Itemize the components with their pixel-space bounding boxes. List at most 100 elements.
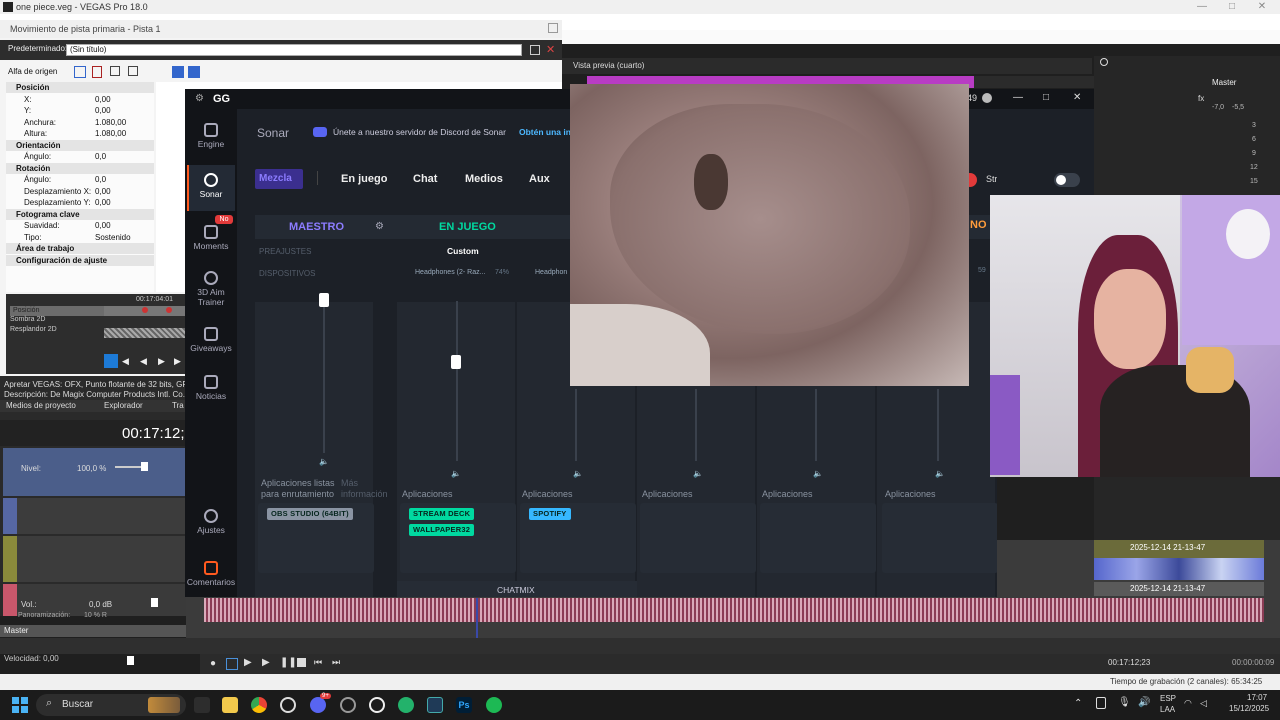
sidebar-item-engine[interactable]: Engine [185, 123, 237, 149]
taskview-icon[interactable] [194, 697, 210, 713]
window-restore-icon[interactable] [548, 23, 558, 33]
layout-label[interactable]: LAA [1160, 705, 1175, 714]
master-bus-header[interactable]: Master [0, 625, 200, 637]
property-section[interactable]: Configuración de ajuste [6, 254, 154, 266]
tab-medios[interactable]: Medios [465, 173, 503, 185]
media-speaker-icon[interactable]: 🔈 [693, 469, 703, 478]
tab-explorer[interactable]: Explorador [104, 400, 143, 412]
video-thumbnails[interactable] [1094, 558, 1264, 580]
playhead[interactable] [476, 598, 478, 638]
vol-slider[interactable] [151, 598, 158, 607]
move-mode-icon[interactable] [172, 66, 184, 78]
windows-start-icon[interactable] [12, 697, 28, 713]
obs-icon[interactable] [280, 697, 296, 713]
discord-taskbar-icon[interactable] [310, 697, 326, 713]
kf-track-pos[interactable]: Posición [10, 306, 104, 316]
tray-chevron-icon[interactable]: ⌃ [1074, 698, 1082, 709]
keyframe-marker[interactable] [142, 307, 148, 313]
pause-icon[interactable]: ❚❚ [280, 657, 297, 668]
taskbar-search[interactable]: ⌕ Buscar [36, 694, 186, 716]
device-chat[interactable]: Headphon [535, 269, 567, 276]
app-stream-deck[interactable]: STREAM DECK [409, 508, 475, 520]
minimize-icon[interactable]: — [1192, 0, 1212, 14]
tab-chat[interactable]: Chat [413, 173, 437, 185]
property-value[interactable]: Sostenido [95, 232, 131, 243]
video-clip-header[interactable]: 2025-12-14 21-13-47 [1094, 540, 1264, 558]
speed-slider[interactable] [127, 656, 134, 665]
property-section[interactable]: Posición [6, 82, 154, 93]
sidebar-item-giveaways[interactable]: Giveaways [185, 327, 237, 353]
app-spotify[interactable]: SPOTIFY [529, 508, 571, 520]
video-track-header-1[interactable]: Nivel: 100,0 % [3, 448, 186, 496]
ingame-volume-slider[interactable] [451, 355, 461, 369]
stop-icon[interactable] [297, 658, 306, 667]
magnet-icon[interactable] [92, 66, 102, 78]
mixer-settings-icon[interactable] [1100, 58, 1108, 66]
kf-last-icon[interactable]: ▶ [174, 356, 181, 367]
property-row[interactable]: Anchura: 1.080,00 [6, 117, 154, 128]
preview-quality-dropdown[interactable]: Vista previa (cuarto) [573, 61, 644, 70]
kf-back-icon[interactable]: ◀ [140, 356, 147, 367]
property-value[interactable]: 1.080,00 [95, 117, 126, 128]
property-value[interactable]: 0,0 [95, 174, 106, 185]
app-obs-studio[interactable]: OBS STUDIO (64BIT) [267, 508, 353, 520]
keyframe-marker[interactable] [166, 307, 172, 313]
clock-time[interactable]: 17:07 [1247, 693, 1267, 702]
go-end-icon[interactable]: ⏭ [332, 657, 340, 668]
save-preset-icon[interactable] [530, 45, 540, 55]
tab-mezcla[interactable]: Mezcla [255, 169, 303, 189]
tab-en-juego[interactable]: En juego [341, 173, 387, 185]
sidebar-item-feedback[interactable]: Comentarios [185, 561, 237, 587]
loop-icon[interactable] [226, 658, 238, 670]
volume-icon[interactable]: 🔊 [1138, 697, 1150, 708]
kf-next-icon[interactable]: ▶ [158, 356, 165, 367]
audio-clip-header[interactable]: 2025-12-14 21-13-47 [1094, 582, 1264, 596]
property-section[interactable]: Fotograma clave [6, 208, 154, 220]
maestro-settings-icon[interactable]: ⚙ [375, 221, 384, 232]
property-row[interactable]: Ángulo: 0,0 [6, 174, 154, 185]
spotify-icon[interactable] [486, 697, 502, 713]
maximize-icon[interactable]: □ [1222, 0, 1242, 14]
photoshop-icon[interactable]: Ps [456, 697, 472, 713]
sidebar-item-settings[interactable]: Ajustes [185, 509, 237, 535]
sidebar-item-aim-trainer[interactable]: 3D Aim Trainer [185, 271, 237, 307]
kf-first-icon[interactable] [104, 354, 118, 368]
device-ingame[interactable]: Headphones (2- Raz... [415, 269, 485, 276]
gg-minimize-icon[interactable]: — [1013, 92, 1023, 103]
property-value[interactable]: 0,00 [95, 94, 111, 105]
chrome-icon[interactable] [251, 697, 267, 713]
tab-transitions[interactable]: Tra [172, 400, 184, 412]
close-icon[interactable]: ✕ [1252, 0, 1272, 14]
steelseries-icon[interactable] [369, 697, 385, 713]
streamer-mode-toggle[interactable] [1054, 173, 1080, 187]
app-icon-generic[interactable] [340, 697, 356, 713]
delete-preset-icon[interactable]: ✕ [546, 43, 555, 56]
file-explorer-icon[interactable] [222, 697, 238, 713]
game-app-icon[interactable] [398, 697, 414, 713]
wifi-icon[interactable]: ◠ [1184, 698, 1192, 709]
record-icon[interactable]: ● [210, 658, 216, 669]
property-value[interactable]: 1.080,00 [95, 128, 126, 139]
kf-track-glow[interactable]: Resplandor 2D [10, 326, 57, 333]
property-row[interactable]: Desplazamiento X: 0,00 [6, 186, 154, 197]
aux-speaker-icon[interactable]: 🔈 [813, 469, 823, 478]
video-track-header-3[interactable] [3, 536, 186, 582]
sidebar-item-news[interactable]: Noticias [185, 375, 237, 401]
property-value[interactable]: 0,00 [95, 197, 111, 208]
ingame-speaker-icon[interactable]: 🔈 [451, 469, 461, 478]
property-row[interactable]: Suavidad: 0,00 [6, 220, 154, 231]
property-row[interactable]: Ángulo: 0,0 [6, 151, 154, 162]
scale-mode-icon[interactable] [188, 66, 200, 78]
property-section[interactable]: Orientación [6, 139, 154, 151]
app-wallpaper32[interactable]: WALLPAPER32 [409, 524, 475, 536]
custom-preset[interactable]: Custom [447, 246, 479, 256]
property-row[interactable]: X: 0,00 [6, 94, 154, 105]
gg-menu-icon[interactable]: ⚙ [195, 93, 204, 104]
more-info-link[interactable]: Más información [341, 478, 388, 500]
clock-date[interactable]: 15/12/2025 [1229, 704, 1269, 713]
discord-banner-link[interactable]: Obtén una in [519, 127, 571, 137]
snap-icon[interactable] [110, 66, 120, 76]
language-label[interactable]: ESP [1160, 694, 1176, 703]
tab-project-media[interactable]: Medios de proyecto [6, 400, 76, 412]
audio-waveform[interactable] [204, 598, 1264, 622]
